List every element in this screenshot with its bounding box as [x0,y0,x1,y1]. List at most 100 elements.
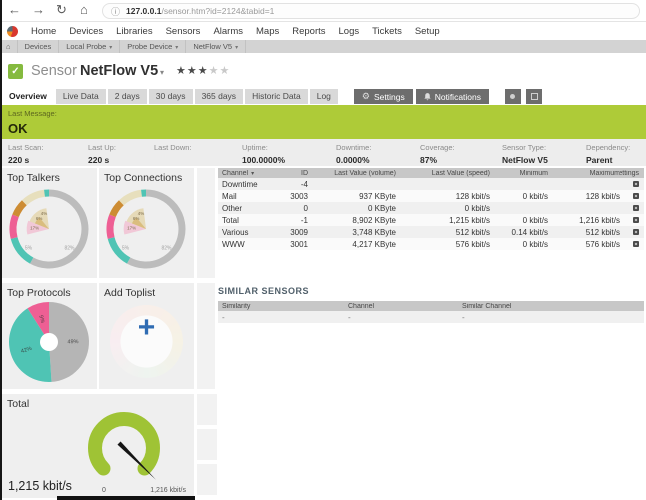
col-id[interactable]: ID [276,170,308,177]
settings-button[interactable]: ⚙ Settings [354,89,413,104]
col-settings: Settings [620,170,644,177]
tab-365-days[interactable]: 365 days [195,89,244,104]
col-last-value-volume[interactable]: Last Value (volume) [308,170,396,177]
partial-panel [197,429,217,460]
star-icon[interactable]: ★ [198,65,209,77]
url-bar[interactable]: ⓘ 127.0.0.1 /sensor.htm?id=2124&tabid=1 [102,3,640,19]
channel-name: WWW [218,240,276,249]
top-talkers-panel[interactable]: Top Talkers 17%6%4%5%82% [2,168,97,278]
channel-volume: 8,902 KByte [308,216,396,225]
top-protocols-panel[interactable]: Top Protocols 49%42%9% [2,283,97,389]
table-row-total[interactable]: Total-18,902 KByte1,215 kbit/s0 kbit/s1,… [218,214,644,226]
nav-item-tickets[interactable]: Tickets [372,26,402,37]
breadcrumb-local-probe[interactable]: Local Probe▾ [59,40,120,53]
stat-sensor-type: Sensor Type:NetFlow V5 [502,143,586,166]
table-row-various[interactable]: Various30093,748 KByte512 kbit/s0.14 kbi… [218,226,644,238]
col-channel[interactable]: Channel▾ [218,170,276,177]
partial-panel [197,283,215,389]
channel-settings-gear-icon[interactable] [633,193,639,199]
top-connections-panel[interactable]: Top Connections 17%6%4%5%82% [99,168,194,278]
breadcrumb-netflow-v5[interactable]: NetFlow V5▾ [186,40,246,53]
stat-last-up: Last Up:220 s [88,143,154,166]
nav-item-maps[interactable]: Maps [256,26,279,37]
tab-log[interactable]: Log [310,89,338,104]
sensor-menu-caret-icon[interactable]: ▾ [160,68,164,77]
sensor-label: Sensor [31,63,77,79]
stat-value: 220 s [8,155,88,165]
nav-item-devices[interactable]: Devices [69,26,103,37]
delete-button[interactable] [526,89,542,104]
nav-item-libraries[interactable]: Libraries [116,26,152,37]
col-similarity[interactable]: Similarity [218,303,348,310]
header-label: Channel [222,170,248,177]
col-maximum[interactable]: Maximum [548,170,620,177]
nav-item-alarms[interactable]: Alarms [213,26,243,37]
stat-last-down: Last Down: [154,143,242,166]
breadcrumb-devices[interactable]: Devices [18,40,60,53]
col-last-value-speed[interactable]: Last Value (speed) [396,170,490,177]
table-row-downtime[interactable]: Downtime-4 [218,178,644,190]
tab-historic-data[interactable]: Historic Data [245,89,308,104]
channel-settings-gear-icon[interactable] [633,205,639,211]
stat-value: 100.0000% [242,155,336,165]
nav-item-home[interactable]: Home [31,26,56,37]
top-connections-donut-chart[interactable]: 17%6%4%5%82% [102,185,190,273]
panel-title: Add Toplist [99,283,194,299]
url-host: 127.0.0.1 [126,6,161,16]
channel-name: Other [218,204,276,213]
channel-min: 0 kbit/s [490,192,548,201]
svg-text:82%: 82% [64,246,75,252]
nav-item-sensors[interactable]: Sensors [166,26,201,37]
channel-settings-gear-icon[interactable] [633,217,639,223]
forward-icon[interactable]: → [32,2,45,17]
channel-settings-gear-icon[interactable] [633,181,639,187]
nav-item-setup[interactable]: Setup [415,26,440,37]
home-icon[interactable]: ⌂ [80,2,88,17]
channel-speed: 1,215 kbit/s [396,216,490,225]
svg-text:5%: 5% [122,246,130,252]
channel-max: 512 kbit/s [548,228,620,237]
add-toplist-plus-icon[interactable]: + [99,311,194,345]
pause-button[interactable] [505,89,521,104]
channel-id: 3003 [276,192,308,201]
page-title: NetFlow V5 [80,63,158,79]
col-channel[interactable]: Channel [348,303,462,310]
breadcrumb-probe-device[interactable]: Probe Device▾ [120,40,186,53]
site-info-icon[interactable]: ⓘ [111,5,120,18]
settings-label: Settings [374,92,405,102]
nav-item-logs[interactable]: Logs [339,26,360,37]
table-row-mail[interactable]: Mail3003937 KByte128 kbit/s0 kbit/s128 k… [218,190,644,202]
svg-text:6%: 6% [36,216,43,221]
nav-item-reports[interactable]: Reports [292,26,325,37]
notifications-button[interactable]: Notifications [416,89,489,104]
channel-settings-gear-icon[interactable] [633,229,639,235]
star-icon[interactable]: ★ [176,65,187,77]
tab-2-days[interactable]: 2 days [108,89,147,104]
tab-bar: Overview Live Data 2 days 30 days 365 da… [2,88,646,104]
refresh-icon[interactable]: ↻ [56,2,67,18]
priority-rating[interactable]: ★★★★★ [176,64,230,77]
channel-table: Channel▾ ID Last Value (volume) Last Val… [218,168,644,250]
channel-settings-gear-icon[interactable] [633,241,639,247]
top-talkers-donut-chart[interactable]: 17%6%4%5%82% [5,185,93,273]
tab-30-days[interactable]: 30 days [149,89,193,104]
add-toplist-panel[interactable]: Add Toplist + [99,283,194,389]
star-icon[interactable]: ★ [187,65,198,77]
col-minimum[interactable]: Minimum [490,170,548,177]
stat-value: Parent [586,155,646,165]
back-icon[interactable]: ← [8,2,21,17]
star-icon[interactable]: ★ [209,65,220,77]
status-ok-check-icon: ✓ [8,64,23,79]
bell-icon [424,93,431,101]
table-row-www[interactable]: WWW30014,217 KByte576 kbit/s0 kbit/s576 … [218,238,644,250]
partial-panel [197,168,215,278]
star-icon[interactable]: ★ [220,65,231,77]
col-similar-channel[interactable]: Similar Channel [462,303,640,310]
top-protocols-pie-chart[interactable]: 49%42%9% [5,298,93,386]
table-row-other[interactable]: Other00 KByte0 kbit/s [218,202,644,214]
breadcrumb-home-icon[interactable]: ⌂ [0,40,18,53]
tab-overview[interactable]: Overview [2,89,54,104]
svg-text:4%: 4% [41,211,48,216]
tab-live-data[interactable]: Live Data [56,89,106,104]
breadcrumb: ⌂ Devices Local Probe▾ Probe Device▾ Net… [0,40,646,53]
